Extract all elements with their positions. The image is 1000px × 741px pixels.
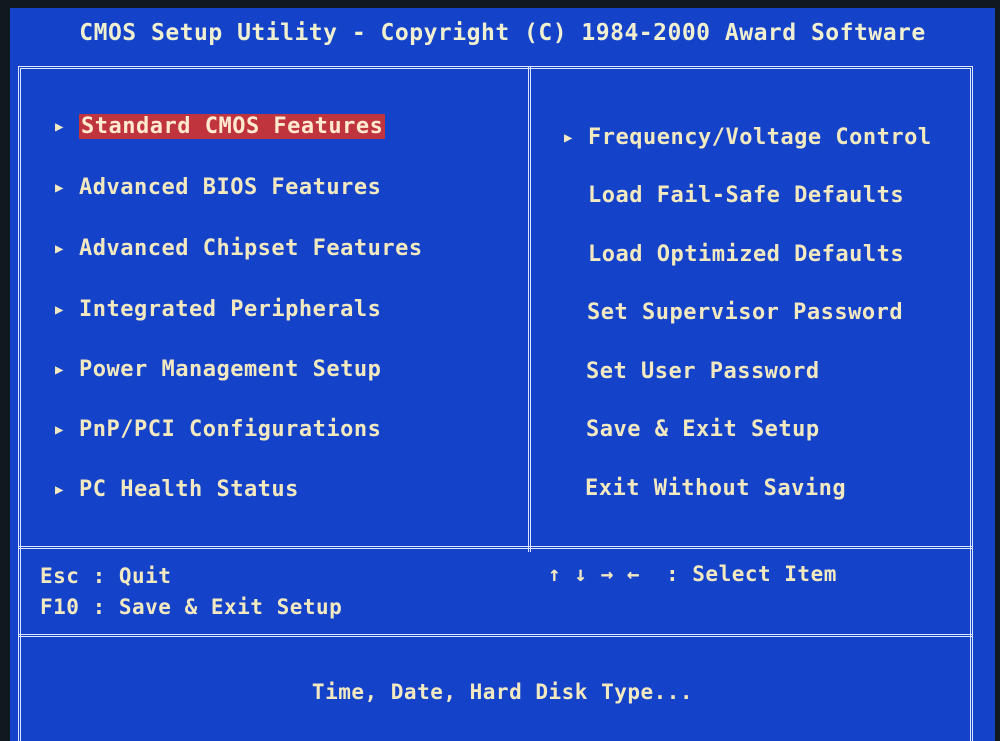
submenu-arrow-icon: ▶ — [55, 362, 64, 378]
menu-item-label: Integrated Peripherals — [79, 297, 382, 322]
menu-item-exit-without-saving[interactable]: Exit Without Saving — [585, 474, 846, 504]
submenu-arrow-icon: ▶ — [55, 119, 64, 135]
menu-item-label: Exit Without Saving — [585, 476, 847, 501]
menu-item-save-exit-setup[interactable]: Save & Exit Setup — [586, 415, 820, 445]
submenu-arrow-icon: ▶ — [55, 482, 64, 498]
menu-item-label: PC Health Status — [79, 477, 299, 502]
menu-item-power-management-setup[interactable]: ▶ Power Management Setup — [55, 355, 381, 385]
menu-item-label: Save & Exit Setup — [586, 417, 820, 442]
submenu-arrow-icon: ▶ — [55, 302, 64, 318]
item-description: Time, Date, Hard Disk Type... — [311, 680, 694, 704]
menu-item-standard-cmos-features[interactable]: ▶ Standard CMOS Features — [55, 112, 386, 142]
menu-item-pnp-pci-configurations[interactable]: ▶ PnP/PCI Configurations — [55, 415, 381, 445]
bios-screen: CMOS Setup Utility - Copyright (C) 1984-… — [10, 8, 995, 741]
menu-item-integrated-peripherals[interactable]: ▶ Integrated Peripherals — [55, 295, 381, 325]
menu-item-set-supervisor-password[interactable]: Set Supervisor Password — [587, 298, 903, 328]
description-divider — [18, 634, 973, 637]
menu-item-label: Frequency/Voltage Control — [588, 125, 932, 150]
menu-item-load-optimized-defaults[interactable]: Load Optimized Defaults — [588, 240, 904, 270]
menu-item-label: Set User Password — [586, 359, 820, 384]
help-divider — [18, 546, 973, 549]
column-divider — [528, 66, 531, 552]
submenu-arrow-icon: ▶ — [55, 241, 64, 257]
help-esc-quit: Esc : Quit — [40, 564, 172, 588]
help-f10-save-exit: F10 : Save & Exit Setup — [40, 595, 343, 619]
menu-item-frequency-voltage-control[interactable]: ▶ Frequency/Voltage Control — [564, 123, 932, 153]
menu-item-label: Advanced Chipset Features — [79, 236, 423, 261]
menu-item-advanced-bios-features[interactable]: ▶ Advanced BIOS Features — [55, 173, 381, 203]
menu-item-label: Power Management Setup — [79, 357, 382, 382]
menu-item-label: Standard CMOS Features — [79, 114, 386, 139]
submenu-arrow-icon: ▶ — [55, 180, 64, 196]
submenu-arrow-icon: ▶ — [564, 130, 573, 146]
menu-item-label: Advanced BIOS Features — [79, 175, 382, 200]
window-title: CMOS Setup Utility - Copyright (C) 1984-… — [79, 20, 926, 46]
menu-item-pc-health-status[interactable]: ▶ PC Health Status — [55, 475, 299, 505]
submenu-arrow-icon: ▶ — [55, 422, 64, 438]
menu-item-load-fail-safe-defaults[interactable]: Load Fail-Safe Defaults — [588, 181, 904, 211]
main-frame — [18, 66, 973, 741]
menu-item-label: Load Fail-Safe Defaults — [588, 183, 905, 208]
menu-item-label: Load Optimized Defaults — [588, 242, 905, 267]
arrow-keys-icon: ↑ ↓ → ← — [548, 562, 641, 586]
menu-item-set-user-password[interactable]: Set User Password — [586, 357, 820, 387]
menu-item-advanced-chipset-features[interactable]: ▶ Advanced Chipset Features — [55, 234, 423, 264]
menu-item-label: Set Supervisor Password — [587, 300, 904, 325]
menu-item-label: PnP/PCI Configurations — [79, 417, 382, 442]
help-select-item: : Select Item — [666, 562, 837, 586]
